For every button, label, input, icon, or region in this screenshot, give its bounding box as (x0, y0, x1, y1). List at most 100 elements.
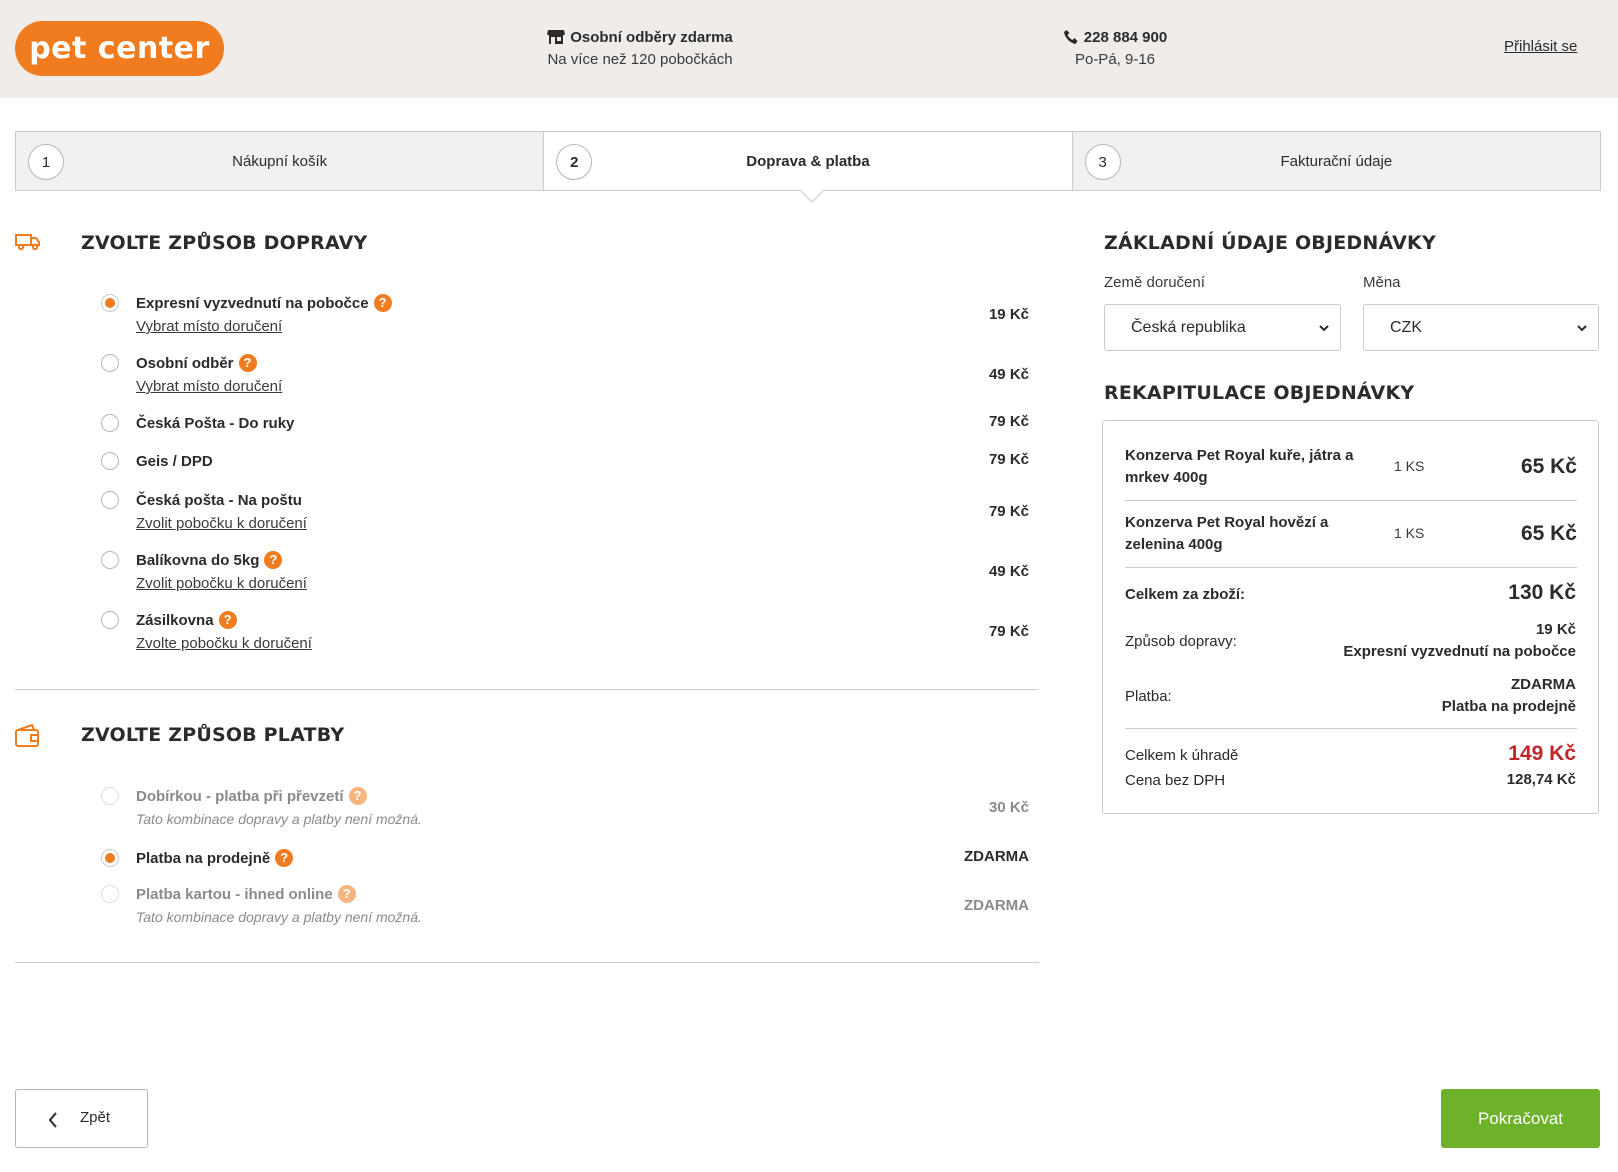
login-link[interactable]: Přihlásit se (1504, 38, 1577, 55)
step-billing[interactable]: 3 Fakturační údaje (1073, 132, 1600, 190)
goods-total-label: Celkem za zboží: (1125, 586, 1246, 603)
phone-number[interactable]: 228 884 900 (1084, 29, 1167, 46)
shipping-method-price: 19 Kč (1535, 621, 1576, 638)
radio-button[interactable] (101, 354, 119, 372)
select-branch-link[interactable]: Zvolit pobočku k doručení (136, 513, 307, 534)
step-number: 3 (1084, 144, 1121, 180)
shipping-method-name: Expresní vyzvednutí na pobočce (1343, 643, 1576, 660)
help-icon[interactable]: ? (264, 551, 283, 569)
currency-select[interactable]: CZK (1363, 304, 1599, 351)
chevron-down-icon (1577, 325, 1587, 332)
country-value: Česká republika (1131, 319, 1246, 336)
pickup-subtitle: Na více než 120 pobočkách (547, 51, 733, 68)
help-icon[interactable]: ? (275, 849, 294, 867)
pickup-title: Osobní odběry zdarma (570, 29, 733, 46)
back-button-label: Zpět (80, 1109, 111, 1126)
option-name: Platba na prodejně (136, 850, 271, 867)
shipping-method-summary: 19 Kč Expresní vyzvednutí na pobočce (1343, 619, 1576, 663)
option-name: Česká pošta - Na poštu (136, 492, 302, 509)
option-price: 79 Kč (988, 623, 1029, 640)
shipping-section-title: ZVOLTE ZPŮSOB DOPRAVY (81, 232, 368, 254)
help-icon[interactable]: ? (238, 354, 257, 372)
total-label: Celkem k úhradě (1125, 747, 1239, 764)
active-step-pointer-icon (800, 190, 824, 203)
chevron-down-icon (1319, 325, 1329, 332)
radio-button[interactable] (101, 551, 119, 569)
truck-icon (15, 234, 40, 251)
step-cart[interactable]: 1 Nákupní košík (16, 132, 545, 190)
select-pickup-link[interactable]: Vybrat místo doručení (136, 316, 282, 337)
opening-hours: Po-Pá, 9-16 (1074, 51, 1156, 68)
item-price: 65 Kč (1520, 522, 1577, 545)
phone-icon (1063, 30, 1078, 44)
option-price: 30 Kč (988, 799, 1029, 816)
radio-button (101, 787, 119, 805)
option-price: ZDARMA (964, 848, 1029, 865)
total-value: 149 Kč (1508, 742, 1576, 765)
item-quantity: 1 KS (1394, 525, 1425, 541)
item-name: Konzerva Pet Royal hovězí a zelenina 400… (1125, 514, 1329, 553)
radio-button[interactable] (101, 611, 119, 629)
option-name: Dobírkou - platba při převzetí (136, 788, 344, 805)
unavailable-note: Tato kombinace dopravy a platby není mož… (136, 909, 422, 925)
step-shipping-payment[interactable]: 2 Doprava & platba (544, 132, 1073, 190)
recap-title: REKAPITULACE OBJEDNÁVKY (1104, 382, 1415, 404)
net-price-label: Cena bez DPH (1125, 772, 1226, 789)
pickup-info: Osobní odběry zdarma Na více než 120 pob… (535, 27, 745, 71)
radio-button[interactable] (101, 452, 119, 470)
help-icon[interactable]: ? (218, 611, 237, 629)
wallet-icon (15, 724, 39, 747)
continue-button[interactable]: Pokračovat (1441, 1089, 1600, 1148)
item-name: Konzerva Pet Royal kuře, játra a mrkev 4… (1125, 447, 1354, 486)
phone-info: 228 884 900 Po-Pá, 9-16 (1040, 27, 1190, 71)
help-icon[interactable]: ? (348, 787, 367, 805)
option-price: 19 Kč (988, 306, 1029, 323)
chevron-left-icon (48, 1112, 57, 1128)
radio-button[interactable] (101, 849, 119, 867)
shipping-method-label: Způsob dopravy: (1125, 633, 1237, 650)
option-name: Česká Pošta - Do ruky (136, 415, 295, 432)
order-summary: Konzerva Pet Royal kuře, játra a mrkev 4… (1102, 420, 1599, 814)
help-icon[interactable]: ? (337, 885, 356, 903)
item-quantity: 1 KS (1394, 458, 1425, 474)
site-header: pet center Osobní odběry zdarma Na více … (0, 0, 1618, 98)
radio-button[interactable] (101, 294, 119, 312)
checkout-steps: 1 Nákupní košík 2 Doprava & platba 3 Fak… (15, 131, 1601, 191)
step-number: 2 (556, 144, 593, 180)
option-name: Geis / DPD (136, 453, 213, 470)
net-price-value: 128,74 Kč (1506, 771, 1576, 788)
summary-divider (1125, 567, 1577, 568)
step-label: Doprava & platba (746, 152, 870, 170)
help-icon[interactable]: ? (373, 294, 392, 312)
goods-total-value: 130 Kč (1508, 581, 1576, 604)
option-name: Zásilkovna (136, 612, 214, 629)
select-branch-link[interactable]: Zvolit pobočku k doručení (136, 573, 307, 594)
item-price: 65 Kč (1520, 455, 1577, 478)
payment-method-name: Platba na prodejně (1441, 698, 1576, 715)
radio-button[interactable] (101, 414, 119, 432)
select-pickup-link[interactable]: Vybrat místo doručení (136, 376, 282, 397)
order-basics-title: ZÁKLADNÍ ÚDAJE OBJEDNÁVKY (1104, 232, 1436, 254)
option-price: 49 Kč (988, 366, 1029, 383)
summary-item: Konzerva Pet Royal hovězí a zelenina 400… (1125, 512, 1577, 558)
country-select[interactable]: Česká republika (1104, 304, 1341, 351)
select-branch-link[interactable]: Zvolte pobočku k doručení (136, 633, 312, 654)
payment-method-price: ZDARMA (1511, 676, 1576, 693)
step-label: Nákupní košík (232, 152, 328, 170)
summary-item: Konzerva Pet Royal kuře, játra a mrkev 4… (1125, 445, 1577, 491)
option-name: Expresní vyzvednutí na pobočce (136, 295, 369, 312)
option-price: 79 Kč (988, 451, 1029, 468)
payment-method-summary: ZDARMA Platba na prodejně (1442, 674, 1576, 718)
summary-divider (1125, 728, 1577, 729)
logo[interactable]: pet center (15, 21, 224, 76)
back-button[interactable]: Zpět (15, 1089, 148, 1148)
step-number: 1 (28, 144, 64, 180)
summary-divider (1125, 500, 1577, 501)
section-divider (15, 962, 1039, 963)
option-name: Platba kartou - ihned online (136, 886, 333, 903)
radio-button[interactable] (101, 491, 119, 509)
option-name: Osobní odběr (136, 355, 234, 372)
currency-value: CZK (1390, 319, 1422, 336)
payment-method-label: Platba: (1125, 688, 1172, 705)
country-label: Země doručení (1104, 274, 1205, 291)
